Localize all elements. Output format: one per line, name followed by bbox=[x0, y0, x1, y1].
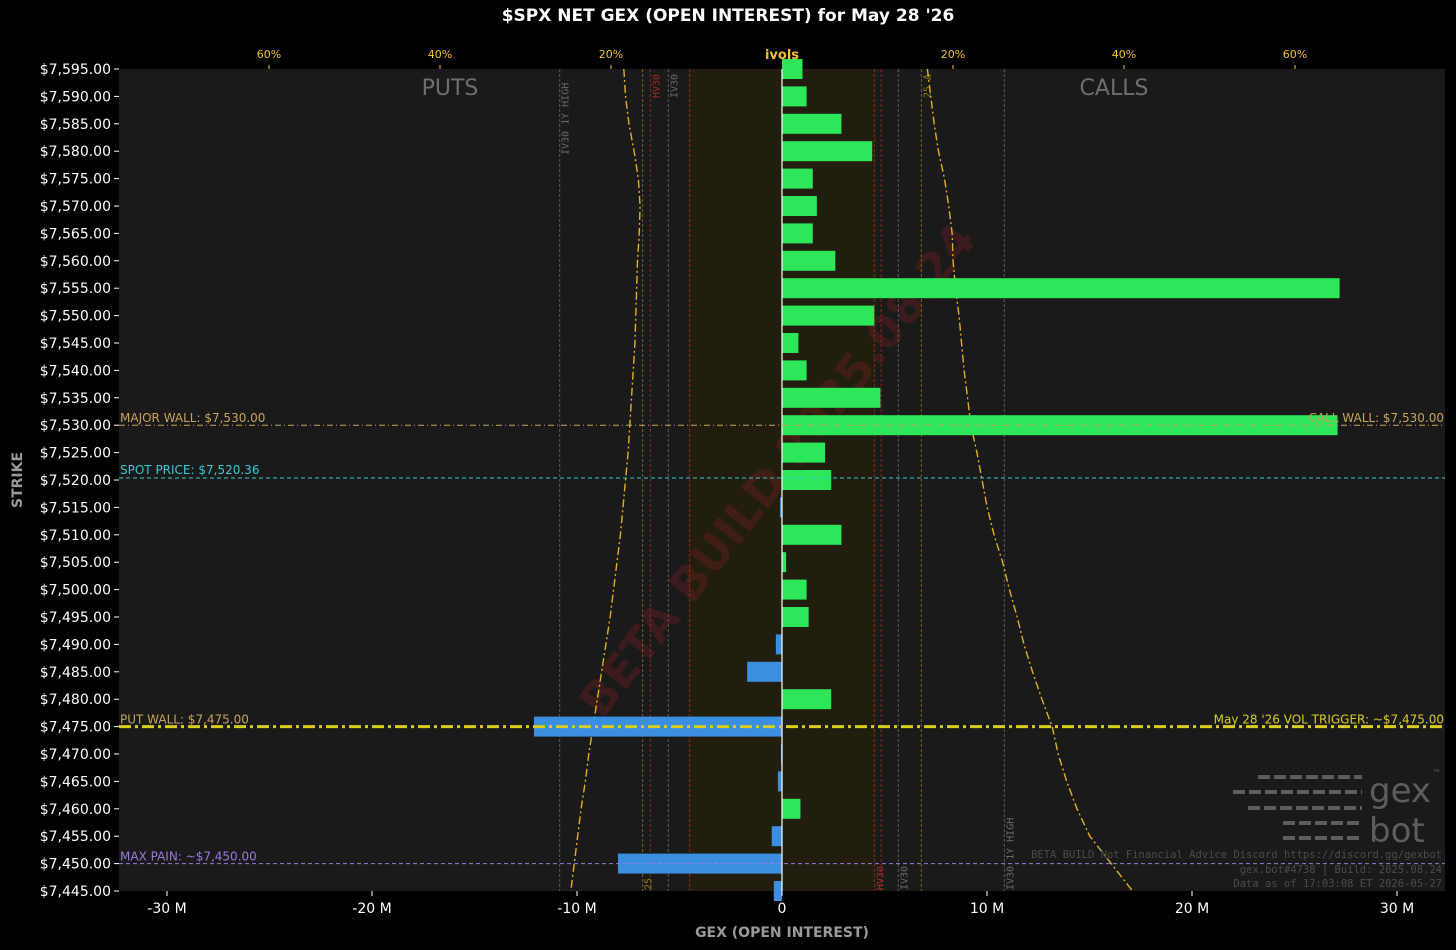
gex-bar bbox=[782, 442, 826, 463]
gex-bar bbox=[782, 689, 832, 710]
y-tick-label: $7,495.00 bbox=[40, 610, 111, 626]
calls-label: CALLS bbox=[1080, 76, 1149, 101]
gex-bar bbox=[782, 798, 801, 819]
gex-bar bbox=[771, 826, 782, 847]
y-tick-label: $7,505.00 bbox=[40, 555, 111, 571]
x-axis-label: GEX (OPEN INTEREST) bbox=[695, 925, 869, 941]
gex-bar bbox=[747, 661, 782, 682]
x-tick-label: 10 M bbox=[970, 901, 1004, 917]
put-wall-label: PUT WALL: $7,475.00 bbox=[120, 713, 249, 727]
logo-tm: ™ bbox=[1432, 769, 1441, 779]
y-tick-label: $7,450.00 bbox=[40, 857, 111, 873]
y-tick-label: $7,455.00 bbox=[40, 829, 111, 845]
major-wall-label: MAJOR WALL: $7,530.00 bbox=[120, 411, 265, 425]
y-tick-label: $7,475.00 bbox=[40, 720, 111, 736]
gex-bar bbox=[782, 86, 807, 107]
delta25-call-label: 25 Δ bbox=[922, 74, 933, 98]
footer-line3: Data as of 17:03:08 ET 2026-05-27 bbox=[1233, 878, 1442, 890]
y-tick-label: $7,540.00 bbox=[40, 363, 111, 379]
x-tick-label: 30 M bbox=[1380, 901, 1414, 917]
y-tick-label: $7,520.00 bbox=[40, 473, 111, 489]
spot-price-label: SPOT PRICE: $7,520.36 bbox=[120, 463, 259, 477]
gex-chart: BETA BUILD 2025.08.24 IV30 1Y HIGH HV30 IV… bbox=[10, 48, 1445, 941]
x-tick-label: -30 M bbox=[147, 901, 186, 917]
y-tick-label: $7,580.00 bbox=[40, 144, 111, 160]
top-tick-label: 40% bbox=[1112, 48, 1136, 61]
y-tick-label: $7,445.00 bbox=[40, 884, 111, 900]
y-tick-label: $7,535.00 bbox=[40, 391, 111, 407]
gex-bar bbox=[782, 196, 817, 216]
gex-bar bbox=[782, 223, 813, 244]
top-tick-label: 60% bbox=[257, 48, 281, 61]
footer-line2: gex.bot#4738 | Build: 2025.08.24 bbox=[1240, 864, 1442, 876]
gex-bar bbox=[782, 250, 836, 271]
y-tick-label: $7,550.00 bbox=[40, 309, 111, 325]
gex-bar bbox=[782, 524, 842, 545]
gex-bar bbox=[782, 360, 807, 381]
y-tick-label: $7,525.00 bbox=[40, 446, 111, 462]
puts-label: PUTS bbox=[422, 76, 479, 101]
iv30-1y-high-call-label: IV30 1Y HIGH bbox=[1005, 818, 1016, 890]
gex-bar bbox=[782, 333, 799, 353]
y-tick-label: $7,595.00 bbox=[40, 62, 111, 78]
iv30-call-label: IV30 bbox=[899, 866, 910, 890]
logo-gex: gex bbox=[1369, 771, 1431, 811]
footer-line1: BETA BUILD Not Financial Advice Discord … bbox=[1031, 849, 1442, 861]
gex-bar bbox=[782, 168, 813, 189]
gex-bar bbox=[777, 771, 782, 792]
x-tick-label: -20 M bbox=[352, 901, 391, 917]
y-tick-label: $7,575.00 bbox=[40, 172, 111, 188]
iv30-1y-high-put-label: IV30 1Y HIGH bbox=[561, 83, 572, 155]
gex-bar bbox=[782, 607, 809, 627]
gex-bar bbox=[773, 881, 782, 901]
x-tick-label: 20 M bbox=[1175, 901, 1209, 917]
gex-bar bbox=[782, 387, 881, 408]
y-tick-label: $7,510.00 bbox=[40, 528, 111, 544]
gex-bar bbox=[782, 305, 875, 326]
gex-bar bbox=[775, 634, 782, 655]
y-tick-label: $7,470.00 bbox=[40, 747, 111, 763]
top-tick-label: 20% bbox=[599, 48, 623, 61]
x-tick-label: -10 M bbox=[557, 901, 596, 917]
gex-bar bbox=[782, 141, 873, 162]
top-tick-label: 20% bbox=[941, 48, 965, 61]
y-tick-label: $7,500.00 bbox=[40, 583, 111, 599]
y-tick-label: $7,545.00 bbox=[40, 336, 111, 352]
y-tick-label: $7,490.00 bbox=[40, 637, 111, 653]
gex-bar bbox=[782, 113, 842, 134]
call-wall-label: CALL WALL: $7,530.00 bbox=[1309, 411, 1445, 425]
y-tick-label: $7,460.00 bbox=[40, 802, 111, 818]
y-tick-label: $7,485.00 bbox=[40, 665, 111, 681]
y-tick-label: $7,565.00 bbox=[40, 226, 111, 242]
gex-bar bbox=[782, 470, 832, 490]
gex-bar bbox=[782, 278, 1340, 299]
y-tick-label: $7,530.00 bbox=[40, 418, 111, 434]
hv30-put-label: HV30 bbox=[651, 74, 662, 98]
logo-bot: bot bbox=[1369, 811, 1425, 851]
y-tick-label: $7,560.00 bbox=[40, 254, 111, 270]
y-tick-label: $7,570.00 bbox=[40, 199, 111, 215]
iv30-put-label: IV30 bbox=[669, 74, 680, 98]
top-tick-label: 40% bbox=[428, 48, 452, 61]
y-tick-label: $7,480.00 bbox=[40, 692, 111, 708]
y-tick-label: $7,585.00 bbox=[40, 117, 111, 133]
y-tick-label: $7,515.00 bbox=[40, 500, 111, 516]
top-axis-label: ivols bbox=[765, 48, 799, 63]
y-tick-label: $7,555.00 bbox=[40, 281, 111, 297]
y-axis-label: STRIKE bbox=[10, 452, 26, 508]
max-pain-label: MAX PAIN: ~$7,450.00 bbox=[120, 850, 257, 864]
gex-bar bbox=[782, 552, 787, 573]
y-tick-label: $7,465.00 bbox=[40, 774, 111, 790]
top-tick-label: 60% bbox=[1283, 48, 1307, 61]
vol-trigger-label: May 28 '26 VOL TRIGGER: ~$7,475.00 bbox=[1214, 713, 1444, 727]
x-tick-label: 0 bbox=[778, 901, 787, 917]
gex-bar bbox=[782, 579, 807, 600]
y-tick-label: $7,590.00 bbox=[40, 89, 111, 105]
